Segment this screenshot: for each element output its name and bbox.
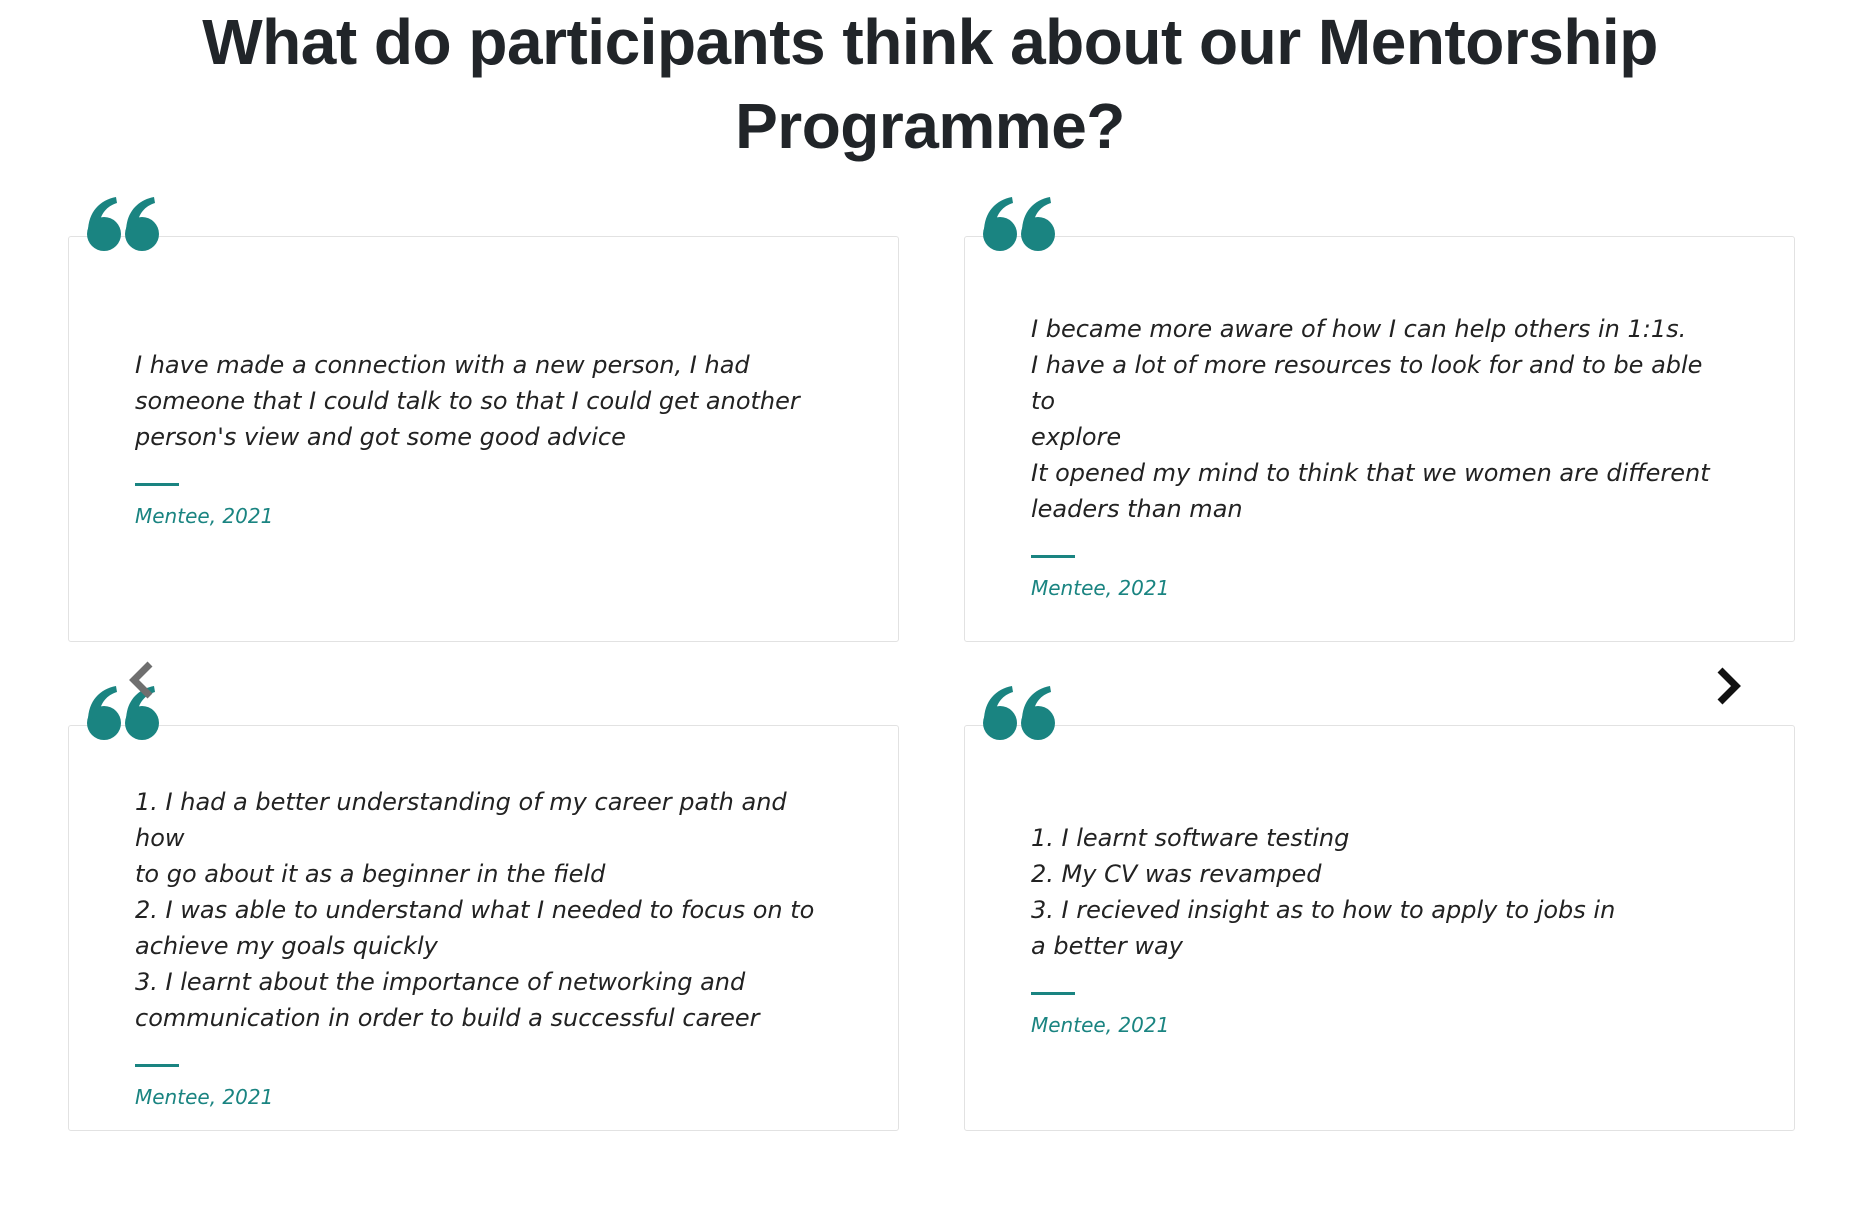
- testimonial-author: Mentee, 2021: [1031, 576, 1170, 600]
- testimonial-author: Mentee, 2021: [135, 504, 274, 528]
- testimonial-body: I have made a connection with a new pers…: [135, 347, 835, 530]
- page-title: What do participants think about our Men…: [202, 6, 1658, 162]
- testimonial-author: Mentee, 2021: [135, 1085, 274, 1109]
- quote-icon: [87, 197, 159, 251]
- testimonial-card: 1. I had a better understanding of my ca…: [68, 725, 899, 1131]
- quote-icon: [983, 686, 1055, 740]
- testimonial-text: 1. I had a better understanding of my ca…: [135, 788, 815, 1032]
- testimonial-body: I became more aware of how I can help ot…: [1031, 311, 1731, 602]
- chevron-right-icon[interactable]: [1710, 664, 1746, 708]
- chevron-left-icon[interactable]: [124, 660, 160, 704]
- quote-icon: [983, 197, 1055, 251]
- testimonial-card: I have made a connection with a new pers…: [68, 236, 899, 642]
- testimonial-text: 1. I learnt software testing 2. My CV wa…: [1031, 824, 1616, 960]
- testimonial-card: 1. I learnt software testing 2. My CV wa…: [964, 725, 1795, 1131]
- divider: [1031, 555, 1075, 558]
- testimonial-text: I became more aware of how I can help ot…: [1031, 315, 1710, 523]
- testimonial-body: 1. I had a better understanding of my ca…: [135, 784, 835, 1111]
- testimonial-body: 1. I learnt software testing 2. My CV wa…: [1031, 820, 1731, 1039]
- testimonial-card: I became more aware of how I can help ot…: [964, 236, 1795, 642]
- divider: [1031, 992, 1075, 995]
- testimonial-text: I have made a connection with a new pers…: [135, 351, 800, 451]
- testimonial-author: Mentee, 2021: [1031, 1013, 1170, 1037]
- divider: [135, 1064, 179, 1067]
- divider: [135, 483, 179, 486]
